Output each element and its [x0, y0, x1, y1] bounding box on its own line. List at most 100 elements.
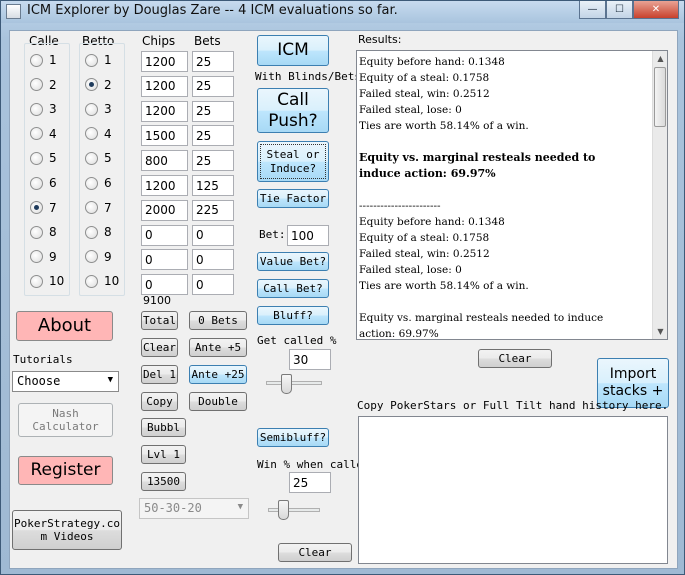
betto-radio-6[interactable]: 6 — [85, 175, 112, 191]
results-scrollbar[interactable]: ▲ ▼ — [652, 51, 667, 339]
betto-radio-2[interactable]: 2 — [85, 77, 112, 93]
radio-button-icon[interactable] — [85, 201, 98, 215]
get-called-input[interactable] — [289, 349, 331, 370]
betto-radio-7[interactable]: 7 — [85, 200, 112, 216]
total-button[interactable]: Total — [141, 311, 178, 330]
radio-button-icon[interactable] — [30, 201, 43, 215]
chips-input-7[interactable] — [141, 199, 188, 221]
copy-button[interactable]: Copy — [141, 392, 178, 411]
radio-button-icon[interactable] — [85, 176, 98, 190]
bet-input[interactable] — [287, 225, 329, 246]
scroll-up-icon[interactable]: ▲ — [653, 51, 667, 66]
level-one-button[interactable]: Lvl 1 — [141, 445, 186, 464]
tutorials-select[interactable]: Choose ▼ — [12, 371, 119, 392]
radio-button-icon[interactable] — [30, 127, 43, 141]
chips-input-8[interactable] — [141, 224, 188, 246]
hand-history-textarea[interactable] — [358, 416, 668, 564]
betto-radio-10[interactable]: 10 — [85, 273, 119, 289]
calle-radio-6[interactable]: 6 — [30, 175, 57, 191]
radio-button-icon[interactable] — [30, 225, 43, 239]
clear-history-button[interactable]: Clear — [278, 543, 352, 562]
stack-13500-button[interactable]: 13500 — [141, 472, 186, 491]
steal-induce-button[interactable]: Steal or Induce? — [257, 141, 329, 182]
radio-button-icon[interactable] — [85, 53, 98, 67]
chips-input-4[interactable] — [141, 125, 188, 147]
calle-radio-7[interactable]: 7 — [30, 200, 57, 216]
chips-input-5[interactable] — [141, 150, 188, 172]
radio-button-icon[interactable] — [85, 250, 98, 264]
calle-radio-2[interactable]: 2 — [30, 77, 57, 93]
icm-button[interactable]: ICM — [257, 35, 329, 66]
radio-button-icon[interactable] — [30, 250, 43, 264]
pokerstrategy-videos-button[interactable]: PokerStrategy.co m Videos — [12, 510, 122, 550]
tie-factor-button[interactable]: Tie Factor — [257, 189, 329, 208]
win-pct-slider-thumb[interactable] — [278, 500, 289, 520]
chips-input-1[interactable] — [141, 51, 188, 72]
radio-button-icon[interactable] — [85, 127, 98, 141]
zero-bets-button[interactable]: 0 Bets — [189, 311, 247, 330]
bets-input-8[interactable] — [192, 224, 234, 246]
radio-button-icon[interactable] — [30, 151, 43, 165]
radio-button-icon[interactable] — [85, 78, 98, 92]
radio-button-icon[interactable] — [30, 78, 43, 92]
scroll-down-icon[interactable]: ▼ — [653, 324, 667, 339]
minimize-button[interactable]: — — [579, 1, 606, 19]
nash-calculator-button[interactable]: Nash Calculator — [18, 403, 113, 437]
call-push-button[interactable]: Call Push? — [257, 88, 329, 133]
call-bet-button[interactable]: Call Bet? — [257, 279, 329, 298]
semibluff-button[interactable]: Semibluff? — [257, 428, 329, 447]
calle-radio-4[interactable]: 4 — [30, 126, 57, 142]
radio-button-icon[interactable] — [30, 53, 43, 67]
maximize-button[interactable]: ☐ — [606, 1, 633, 19]
clear-chips-button[interactable]: Clear — [141, 338, 178, 357]
betto-radio-8[interactable]: 8 — [85, 224, 112, 240]
bets-input-9[interactable] — [192, 249, 234, 271]
calle-radio-3[interactable]: 3 — [30, 101, 57, 117]
chips-input-6[interactable] — [141, 175, 188, 196]
clear-results-button[interactable]: Clear — [478, 349, 552, 368]
bluff-button[interactable]: Bluff? — [257, 306, 329, 325]
bets-input-10[interactable] — [192, 274, 234, 296]
ante-25-button[interactable]: Ante +25 — [189, 365, 247, 384]
win-pct-slider-track[interactable] — [268, 508, 320, 512]
radio-button-icon[interactable] — [85, 151, 98, 165]
get-called-slider-thumb[interactable] — [281, 374, 292, 394]
chips-input-2[interactable] — [141, 75, 188, 97]
calle-radio-1[interactable]: 1 — [30, 52, 57, 68]
double-button[interactable]: Double — [189, 392, 247, 411]
bets-input-5[interactable] — [192, 150, 234, 172]
win-pct-input[interactable] — [289, 472, 331, 493]
bets-input-2[interactable] — [192, 75, 234, 97]
calle-radio-5[interactable]: 5 — [30, 150, 57, 166]
calle-radio-10[interactable]: 10 — [30, 273, 64, 289]
bets-input-6[interactable] — [192, 175, 234, 196]
bets-input-7[interactable] — [192, 199, 234, 221]
scroll-thumb[interactable] — [654, 67, 666, 127]
chips-input-9[interactable] — [141, 249, 188, 271]
calle-radio-8[interactable]: 8 — [30, 224, 57, 240]
betto-radio-3[interactable]: 3 — [85, 101, 112, 117]
chips-input-3[interactable] — [141, 100, 188, 122]
bets-input-1[interactable] — [192, 51, 234, 72]
betto-radio-5[interactable]: 5 — [85, 150, 112, 166]
payout-select[interactable]: 50-30-20 ▼ — [139, 498, 249, 519]
calle-radio-9[interactable]: 9 — [30, 249, 57, 265]
delete-one-button[interactable]: Del 1 — [141, 365, 178, 384]
betto-radio-4[interactable]: 4 — [85, 126, 112, 142]
value-bet-button[interactable]: Value Bet? — [257, 252, 329, 271]
radio-button-icon[interactable] — [30, 102, 43, 116]
results-textarea[interactable]: Equity before hand: 0.1348 Equity of a st… — [356, 50, 668, 340]
betto-radio-1[interactable]: 1 — [85, 52, 112, 68]
close-button[interactable]: ✕ — [633, 1, 679, 19]
radio-button-icon[interactable] — [30, 176, 43, 190]
radio-button-icon[interactable] — [30, 274, 43, 288]
bubble-button[interactable]: Bubbl — [141, 418, 186, 437]
radio-button-icon[interactable] — [85, 274, 98, 288]
radio-button-icon[interactable] — [85, 225, 98, 239]
ante-5-button[interactable]: Ante +5 — [189, 338, 247, 357]
bets-input-4[interactable] — [192, 125, 234, 147]
betto-radio-9[interactable]: 9 — [85, 249, 112, 265]
radio-button-icon[interactable] — [85, 102, 98, 116]
chips-input-10[interactable] — [141, 274, 188, 296]
bets-input-3[interactable] — [192, 100, 234, 122]
